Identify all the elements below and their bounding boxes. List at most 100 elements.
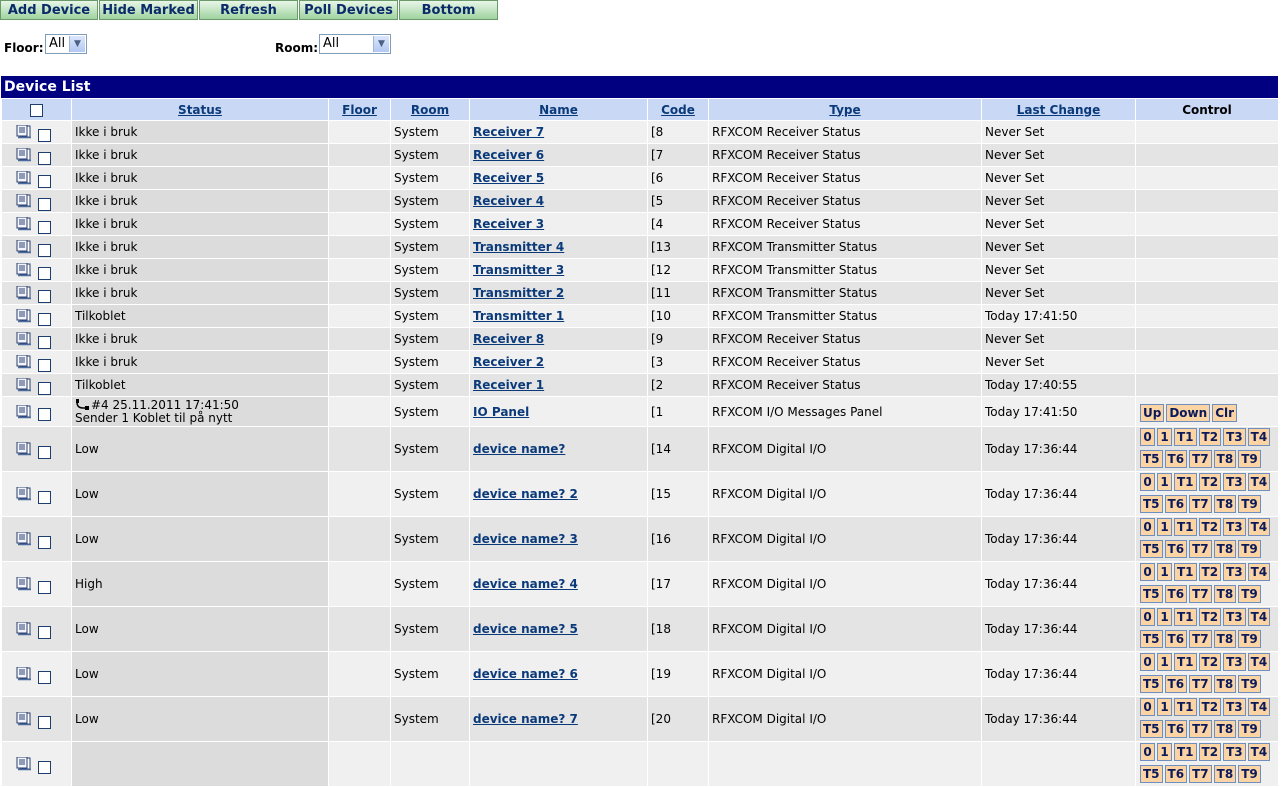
digital-button-t7[interactable]: T7 <box>1189 630 1212 648</box>
chevron-down-icon[interactable]: ▼ <box>69 36 85 52</box>
digital-button-t8[interactable]: T8 <box>1213 630 1237 648</box>
device-name-link[interactable]: Receiver 7 <box>473 125 544 139</box>
device-name-link[interactable]: Transmitter 3 <box>473 263 564 277</box>
digital-button-t1[interactable]: T1 <box>1174 428 1197 446</box>
toolbar-button-bottom[interactable]: Bottom <box>399 0 498 20</box>
digital-button-t6[interactable]: T6 <box>1164 720 1188 738</box>
sort-link-type[interactable]: Type <box>829 103 860 117</box>
digital-button-t1[interactable]: T1 <box>1174 518 1197 536</box>
log-icon[interactable] <box>16 404 32 419</box>
digital-button-t1[interactable]: T1 <box>1174 473 1197 491</box>
digital-button-t8[interactable]: T8 <box>1213 720 1237 738</box>
sort-link-name[interactable]: Name <box>539 103 578 117</box>
column-header-status[interactable]: Status <box>71 98 329 121</box>
digital-button-t3[interactable]: T3 <box>1223 473 1246 491</box>
digital-button-t7[interactable]: T7 <box>1189 720 1212 738</box>
log-icon[interactable] <box>16 667 32 681</box>
log-icon[interactable] <box>16 532 32 546</box>
log-icon[interactable] <box>16 355 32 369</box>
digital-button-1[interactable]: 1 <box>1157 653 1172 671</box>
digital-button-t6[interactable]: T6 <box>1164 630 1188 648</box>
digital-button-0[interactable]: 0 <box>1140 653 1155 671</box>
log-icon[interactable] <box>16 148 32 162</box>
digital-button-1[interactable]: 1 <box>1157 563 1172 581</box>
digital-button-1[interactable]: 1 <box>1157 743 1172 761</box>
device-name-link[interactable]: Receiver 3 <box>473 217 544 231</box>
toolbar-button-hide-marked[interactable]: Hide Marked <box>99 0 198 20</box>
digital-button-t3[interactable]: T3 <box>1223 518 1246 536</box>
row-checkbox[interactable] <box>38 445 51 459</box>
device-name-link[interactable]: device name? 3 <box>473 532 578 546</box>
digital-button-t5[interactable]: T5 <box>1140 585 1163 603</box>
row-checkbox[interactable] <box>38 535 51 549</box>
digital-button-1[interactable]: 1 <box>1157 428 1172 446</box>
digital-button-0[interactable]: 0 <box>1140 608 1155 626</box>
digital-button-0[interactable]: 0 <box>1140 698 1155 716</box>
digital-button-t6[interactable]: T6 <box>1164 495 1188 513</box>
log-icon[interactable] <box>16 712 32 726</box>
panel-button-up[interactable]: Up <box>1140 403 1165 422</box>
sort-link-last-change[interactable]: Last Change <box>1017 103 1101 117</box>
digital-button-t4[interactable]: T4 <box>1247 473 1271 491</box>
digital-button-t7[interactable]: T7 <box>1189 585 1212 603</box>
row-checkbox[interactable] <box>38 128 51 142</box>
sort-link-code[interactable]: Code <box>661 103 695 117</box>
device-name-link[interactable]: Receiver 5 <box>473 171 544 185</box>
digital-button-t8[interactable]: T8 <box>1213 540 1237 558</box>
panel-button-down[interactable]: Down <box>1166 403 1211 422</box>
digital-button-t2[interactable]: T2 <box>1198 698 1222 716</box>
digital-button-t5[interactable]: T5 <box>1140 675 1163 693</box>
digital-button-t8[interactable]: T8 <box>1213 675 1237 693</box>
device-name-link[interactable]: device name? 7 <box>473 712 578 726</box>
digital-button-t2[interactable]: T2 <box>1198 743 1222 761</box>
digital-button-t9[interactable]: T9 <box>1238 720 1261 738</box>
digital-button-t3[interactable]: T3 <box>1223 743 1246 761</box>
room-select[interactable]: All ▼ <box>319 34 391 54</box>
log-icon[interactable] <box>16 309 32 323</box>
device-name-link[interactable]: device name? 5 <box>473 622 578 636</box>
digital-button-t2[interactable]: T2 <box>1198 563 1222 581</box>
device-name-link[interactable]: Receiver 4 <box>473 194 544 208</box>
row-checkbox[interactable] <box>38 151 51 165</box>
column-header-name[interactable]: Name <box>469 98 648 121</box>
column-header-room[interactable]: Room <box>390 98 470 121</box>
toolbar-button-add-device[interactable]: Add Device <box>0 0 98 20</box>
row-checkbox[interactable] <box>38 408 51 422</box>
column-header-type[interactable]: Type <box>708 98 982 121</box>
select-all-checkbox[interactable] <box>30 103 43 117</box>
row-checkbox[interactable] <box>38 760 51 774</box>
log-icon[interactable] <box>16 217 32 231</box>
digital-button-t9[interactable]: T9 <box>1238 540 1261 558</box>
log-icon[interactable] <box>16 487 32 501</box>
digital-button-t4[interactable]: T4 <box>1247 698 1271 716</box>
digital-button-t1[interactable]: T1 <box>1174 563 1197 581</box>
digital-button-t3[interactable]: T3 <box>1223 608 1246 626</box>
device-name-link[interactable]: IO Panel <box>473 405 529 419</box>
row-checkbox[interactable] <box>38 243 51 257</box>
column-header-floor[interactable]: Floor <box>328 98 391 121</box>
toolbar-button-poll-devices[interactable]: Poll Devices <box>299 0 398 20</box>
row-checkbox[interactable] <box>38 670 51 684</box>
digital-button-t9[interactable]: T9 <box>1238 675 1261 693</box>
chevron-down-icon[interactable]: ▼ <box>373 36 389 52</box>
row-checkbox[interactable] <box>38 220 51 234</box>
device-name-link[interactable]: Transmitter 4 <box>473 240 564 254</box>
digital-button-t9[interactable]: T9 <box>1238 585 1261 603</box>
device-name-link[interactable]: Transmitter 1 <box>473 309 564 323</box>
sort-link-status[interactable]: Status <box>178 103 222 117</box>
row-checkbox[interactable] <box>38 625 51 639</box>
digital-button-t9[interactable]: T9 <box>1238 495 1261 513</box>
digital-button-t5[interactable]: T5 <box>1140 630 1163 648</box>
digital-button-t4[interactable]: T4 <box>1247 608 1271 626</box>
digital-button-t5[interactable]: T5 <box>1140 450 1163 468</box>
device-name-link[interactable]: Transmitter 2 <box>473 286 564 300</box>
digital-button-0[interactable]: 0 <box>1140 518 1155 536</box>
digital-button-t9[interactable]: T9 <box>1238 630 1261 648</box>
row-checkbox[interactable] <box>38 266 51 280</box>
digital-button-t9[interactable]: T9 <box>1238 450 1261 468</box>
sort-link-room[interactable]: Room <box>411 103 449 117</box>
device-name-link[interactable]: device name? 6 <box>473 667 578 681</box>
digital-button-t3[interactable]: T3 <box>1223 698 1246 716</box>
digital-button-t6[interactable]: T6 <box>1164 450 1188 468</box>
row-checkbox[interactable] <box>38 358 51 372</box>
